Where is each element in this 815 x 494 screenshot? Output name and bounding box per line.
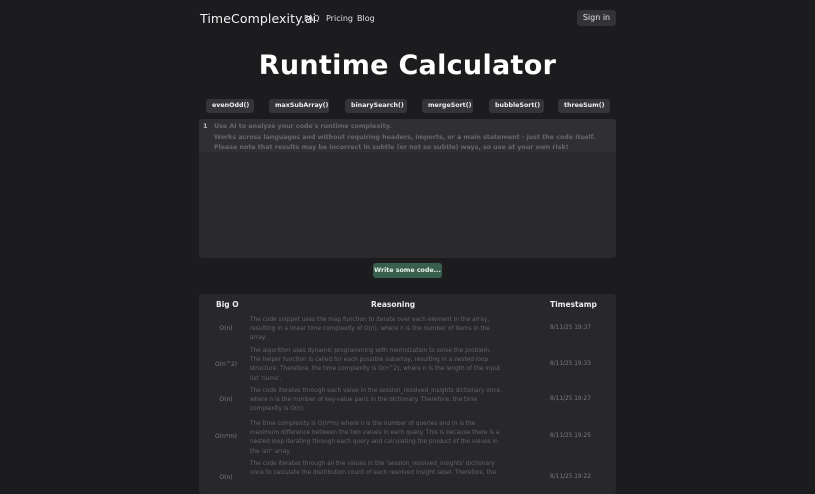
results-table: Big O Reasoning Timestamp O(n) The code … [199, 294, 616, 494]
reasoning-line: complexity is O(n). [250, 406, 305, 413]
timestamp-cell: 8/11/25 19:37 [550, 325, 591, 331]
nav-link-faq[interactable]: FAQ [304, 14, 320, 23]
code-editor[interactable]: 1 Use AI to analyze your code's runtime … [199, 119, 616, 258]
reasoning-cell: The time complexity is O(n*m) where n is… [250, 420, 532, 457]
reasoning-line: The time complexity is O(n*m) where n is… [250, 421, 476, 427]
reasoning-line: list 'nums'. [250, 375, 282, 382]
placeholder-line: Please note that results may be incorrec… [214, 144, 569, 151]
reasoning-line: The algorithm uses dynamic programming w… [250, 348, 491, 354]
placeholder-line: Use AI to analyze your code's runtime co… [214, 123, 392, 130]
reasoning-line: once to calculate the distribution count… [250, 470, 497, 477]
example-mergesort-button[interactable]: mergeSort() [422, 99, 473, 113]
reasoning-line: array. [250, 335, 267, 342]
brand-logo[interactable]: TimeComplexity.ai [200, 11, 316, 26]
editor-placeholder: Use AI to analyze your code's runtime co… [214, 122, 614, 154]
example-threesum-button[interactable]: threeSum() [558, 99, 610, 113]
bigo-cell: O(n) [219, 396, 233, 403]
reasoning-cell: The code iterates through each value in … [250, 387, 532, 415]
reasoning-line: The code iterates through all the values… [250, 461, 495, 467]
column-header-timestamp: Timestamp [550, 300, 597, 309]
example-evenodd-button[interactable]: evenOdd() [206, 99, 254, 113]
reasoning-line: resulting in a linear time complexity of… [250, 326, 490, 333]
bigo-cell: O(n*m) [214, 433, 238, 440]
reasoning-line: nested loop iterating through each query… [250, 439, 498, 446]
top-nav: TimeComplexity.ai FAQ Pricing Blog Sign … [200, 8, 616, 30]
timestamp-cell: 8/11/25 19:27 [550, 396, 591, 402]
reasoning-line: the 'arr' array. [250, 448, 291, 455]
example-maxsubarray-button[interactable]: maxSubArray() [269, 99, 329, 113]
placeholder-line: Works across languages and without requi… [214, 133, 596, 141]
reasoning-cell: The code snippet uses the map function t… [250, 316, 532, 344]
column-header-bigo: Big O [216, 300, 239, 309]
reasoning-cell: The algorithm uses dynamic programming w… [250, 347, 532, 384]
line-number: 1 [203, 122, 208, 130]
reasoning-line: The code iterates through each value in … [250, 388, 503, 394]
page-title: Runtime Calculator [258, 50, 557, 81]
timestamp-cell: 8/11/25 19:25 [550, 433, 591, 439]
bigo-cell: O(n^2) [214, 361, 238, 368]
reasoning-line: maximum difference between the two value… [250, 430, 500, 437]
reasoning-line: The code snippet uses the map function t… [250, 317, 490, 323]
example-bubblesort-button[interactable]: bubbleSort() [489, 99, 544, 113]
timestamp-cell: 8/11/25 19:22 [550, 474, 591, 480]
timestamp-cell: 8/11/25 19:33 [550, 361, 591, 367]
reasoning-line: structure. Therefore, the time complexit… [250, 366, 501, 373]
column-header-reasoning: Reasoning [371, 300, 416, 309]
example-buttons: evenOdd() maxSubArray() binarySearch() m… [206, 99, 610, 113]
bigo-cell: O(n) [219, 325, 233, 332]
nav-link-pricing[interactable]: Pricing [326, 14, 353, 23]
reasoning-cell: The code iterates through all the values… [250, 460, 532, 478]
nav-link-blog[interactable]: Blog [357, 14, 375, 23]
reasoning-line: where n is the number of key-value pairs… [250, 397, 478, 404]
example-binarysearch-button[interactable]: binarySearch() [345, 99, 407, 113]
reasoning-line: The helper function is called for each p… [250, 357, 489, 364]
sign-in-button[interactable]: Sign in [577, 10, 616, 26]
analyze-button[interactable]: Write some code... [373, 263, 442, 278]
